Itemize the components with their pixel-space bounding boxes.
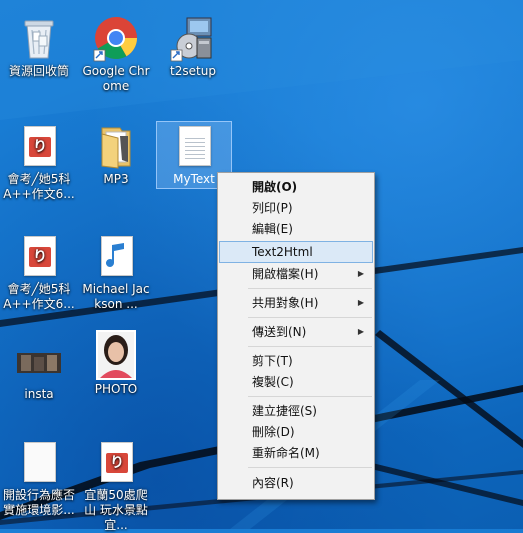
- menu-separator: [248, 467, 372, 468]
- desktop-icon-t2setup[interactable]: t2setup: [157, 14, 229, 79]
- pdf-document-icon: り: [92, 438, 140, 486]
- menu-separator: [248, 396, 372, 397]
- pdf-document-icon: り: [15, 122, 63, 170]
- menu-item-send-to[interactable]: 傳送到(N) ▶: [220, 322, 372, 342]
- menu-item-label: 重新命名(M): [252, 446, 320, 460]
- desktop-icon-label: 會考╱她5科 A++作文6...: [3, 172, 75, 201]
- submenu-arrow-icon: ▶: [357, 327, 364, 336]
- menu-item-copy[interactable]: 複製(C): [220, 372, 372, 392]
- menu-separator: [248, 288, 372, 289]
- music-file-icon: [92, 232, 140, 280]
- menu-item-open[interactable]: 開啟(O): [220, 177, 372, 197]
- desktop-icon-label: PHOTO: [94, 382, 138, 396]
- menu-item-label: 內容(R): [252, 476, 294, 490]
- menu-item-create-shortcut[interactable]: 建立捷徑(S): [220, 401, 372, 421]
- menu-item-label: Text2Html: [252, 245, 313, 259]
- desktop-icon-label: Michael Jackson ...: [82, 282, 150, 311]
- pdf-document-icon: り: [15, 232, 63, 280]
- menu-item-label: 刪除(D): [252, 425, 295, 439]
- menu-item-label: 複製(C): [252, 375, 294, 389]
- desktop-icon-doc-1[interactable]: り 會考╱她5科 A++作文6...: [3, 122, 75, 202]
- menu-item-label: 建立捷徑(S): [252, 404, 317, 418]
- chrome-icon: [92, 14, 140, 62]
- desktop-icon-label: 資源回收筒: [8, 64, 69, 78]
- desktop-icon-label: t2setup: [170, 64, 216, 78]
- menu-separator: [248, 317, 372, 318]
- menu-item-label: 開啟(O): [252, 180, 298, 194]
- desktop-icon-label: Google Chrome: [82, 64, 150, 93]
- menu-item-open-with[interactable]: 開啟檔案(H) ▶: [220, 264, 372, 284]
- desktop-icon-michael-jackson[interactable]: Michael Jackson ...: [80, 232, 152, 312]
- desktop-icon-photo[interactable]: PHOTO: [80, 330, 152, 397]
- submenu-arrow-icon: ▶: [357, 269, 364, 278]
- menu-item-label: 共用對象(H): [252, 296, 319, 310]
- installer-icon: [169, 14, 217, 62]
- menu-item-label: 傳送到(N): [252, 325, 307, 339]
- document-icon: [15, 438, 63, 486]
- desktop-icon-label: 會考╱她5科 A++作文6...: [3, 282, 75, 311]
- menu-separator: [248, 346, 372, 347]
- menu-item-label: 編輯(E): [252, 222, 293, 236]
- menu-item-label: 列印(P): [252, 201, 293, 215]
- menu-item-edit[interactable]: 編輯(E): [220, 219, 372, 239]
- desktop-icon-label: MP3: [103, 172, 129, 186]
- menu-item-cut[interactable]: 剪下(T): [220, 351, 372, 371]
- desktop-icon-doc-2[interactable]: り 會考╱她5科 A++作文6...: [3, 232, 75, 312]
- text-file-icon: [170, 122, 218, 170]
- menu-item-properties[interactable]: 內容(R): [220, 473, 372, 493]
- desktop-icon-insta[interactable]: insta: [3, 337, 75, 402]
- desktop-icon-recycle-bin[interactable]: 資源回收筒: [3, 14, 75, 79]
- menu-item-label: 開啟檔案(H): [252, 267, 319, 281]
- desktop-icon-label: 開設行為應否 實施環境影...: [3, 488, 76, 517]
- desktop-icon-google-chrome[interactable]: Google Chrome: [80, 14, 152, 94]
- desktop-icon-label: 宜蘭50處爬山 玩水景點 宜...: [84, 488, 148, 532]
- desktop-icon-label: insta: [24, 387, 54, 401]
- menu-item-rename[interactable]: 重新命名(M): [220, 443, 372, 463]
- photo-thumbnail-icon: [92, 330, 140, 380]
- desktop-icon-doc-3[interactable]: 開設行為應否 實施環境影...: [3, 438, 75, 518]
- submenu-arrow-icon: ▶: [357, 298, 364, 307]
- folder-icon: [92, 122, 140, 170]
- menu-item-print[interactable]: 列印(P): [220, 198, 372, 218]
- menu-item-delete[interactable]: 刪除(D): [220, 422, 372, 442]
- recycle-bin-icon: [15, 14, 63, 62]
- desktop-icon-mp3-folder[interactable]: MP3: [80, 122, 152, 187]
- menu-item-text2html[interactable]: Text2Html: [219, 241, 373, 263]
- image-thumbnail-icon: [15, 337, 63, 385]
- desktop-icon-doc-4[interactable]: り 宜蘭50處爬山 玩水景點 宜...: [80, 438, 152, 533]
- context-menu: 開啟(O) 列印(P) 編輯(E) Text2Html 開啟檔案(H) ▶ 共用對…: [217, 172, 375, 500]
- menu-item-share-with[interactable]: 共用對象(H) ▶: [220, 293, 372, 313]
- menu-item-label: 剪下(T): [252, 354, 293, 368]
